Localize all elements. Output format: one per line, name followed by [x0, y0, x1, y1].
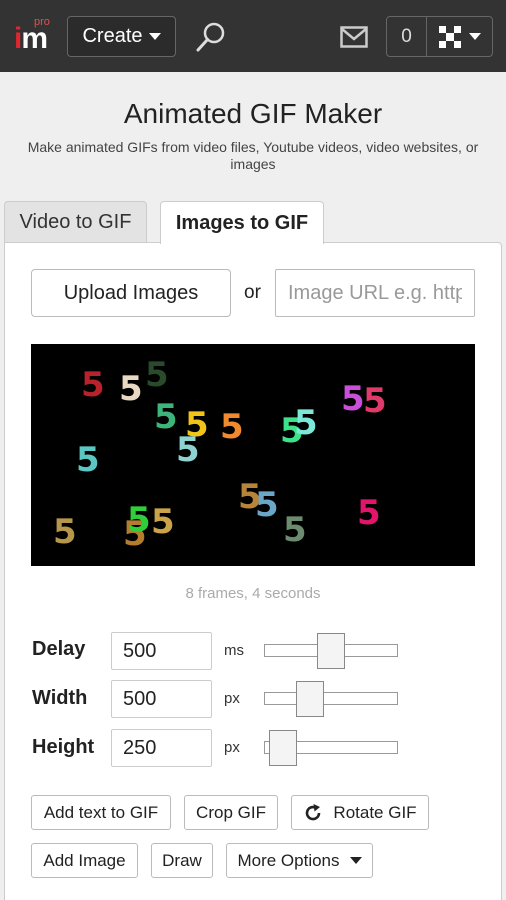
mail-icon[interactable] [340, 26, 368, 48]
preview-digit: 5 [357, 493, 381, 533]
rotate-gif-label: Rotate GIF [333, 802, 417, 822]
add-text-button[interactable]: Add text to GIF [31, 795, 171, 830]
preview-digit: 5 [283, 510, 307, 550]
page-title: Animated GIF Maker [123, 98, 383, 129]
preview-digit: 5 [255, 485, 279, 525]
chevron-down-icon [148, 33, 161, 40]
rotate-icon [306, 803, 321, 820]
preview-digit: 5 [341, 379, 365, 419]
height-input[interactable]: 250 [111, 729, 212, 767]
upload-images-button[interactable]: Upload Images [31, 269, 231, 317]
more-options-button[interactable]: More Options [226, 843, 373, 878]
top-navigation-bar: pro im Create 0 [0, 0, 506, 72]
delay-unit: ms [224, 642, 244, 659]
tab-video-to-gif[interactable]: Video to GIF [4, 201, 147, 242]
search-icon[interactable] [194, 20, 228, 54]
more-options-label: More Options [237, 850, 340, 870]
preview-digit: 5 [53, 512, 77, 552]
preview-digit: 5 [220, 407, 244, 447]
delay-label: Delay [32, 638, 86, 660]
preview-digit: 5 [76, 440, 100, 480]
gif-preview: 5 5 5 5 5 5 5 5 5 5 5 5 5 5 5 5 5 5 5 5 [31, 344, 475, 566]
height-label: Height [32, 736, 95, 758]
delay-slider-handle[interactable] [317, 633, 345, 669]
add-image-button[interactable]: Add Image [31, 843, 138, 878]
preview-digit: 5 [145, 355, 169, 395]
preview-digit: 5 [176, 430, 200, 470]
logo-text: im [14, 22, 48, 55]
or-label: or [244, 282, 261, 303]
preview-digit: 5 [151, 502, 175, 542]
width-unit: px [224, 690, 240, 707]
image-url-input[interactable] [275, 269, 475, 317]
preview-digit: 5 [81, 365, 105, 405]
create-label: Create [82, 25, 143, 47]
grid-avatar-icon [438, 25, 461, 48]
create-menu-button[interactable]: Create [67, 16, 176, 57]
width-label: Width [32, 687, 88, 709]
width-slider[interactable] [264, 692, 398, 705]
chevron-down-icon [468, 33, 481, 40]
user-menu-button[interactable] [427, 17, 492, 56]
crop-gif-button[interactable]: Crop GIF [184, 795, 278, 830]
chevron-down-icon [349, 857, 362, 864]
preview-digit: 5 [119, 369, 143, 409]
delay-input[interactable]: 500 [111, 632, 212, 670]
rotate-gif-button[interactable]: Rotate GIF [291, 795, 429, 830]
imgflip-logo[interactable]: pro im [14, 16, 54, 55]
height-unit: px [224, 739, 240, 756]
draw-button[interactable]: Draw [151, 843, 213, 878]
tab-images-to-gif[interactable]: Images to GIF [160, 201, 324, 244]
width-input[interactable]: 500 [111, 680, 212, 718]
height-slider-handle[interactable] [269, 730, 298, 766]
user-controls: 0 [386, 16, 493, 57]
preview-digit: 5 [154, 397, 178, 437]
frames-info: 8 frames, 4 seconds [185, 585, 321, 602]
preview-digit: 5 [363, 381, 387, 421]
width-slider-handle[interactable] [295, 681, 324, 717]
page-subtitle: Make animated GIFs from video files, You… [27, 139, 479, 172]
notification-count[interactable]: 0 [387, 17, 427, 56]
preview-digit: 5 [127, 500, 151, 540]
preview-digit: 5 [294, 403, 318, 443]
